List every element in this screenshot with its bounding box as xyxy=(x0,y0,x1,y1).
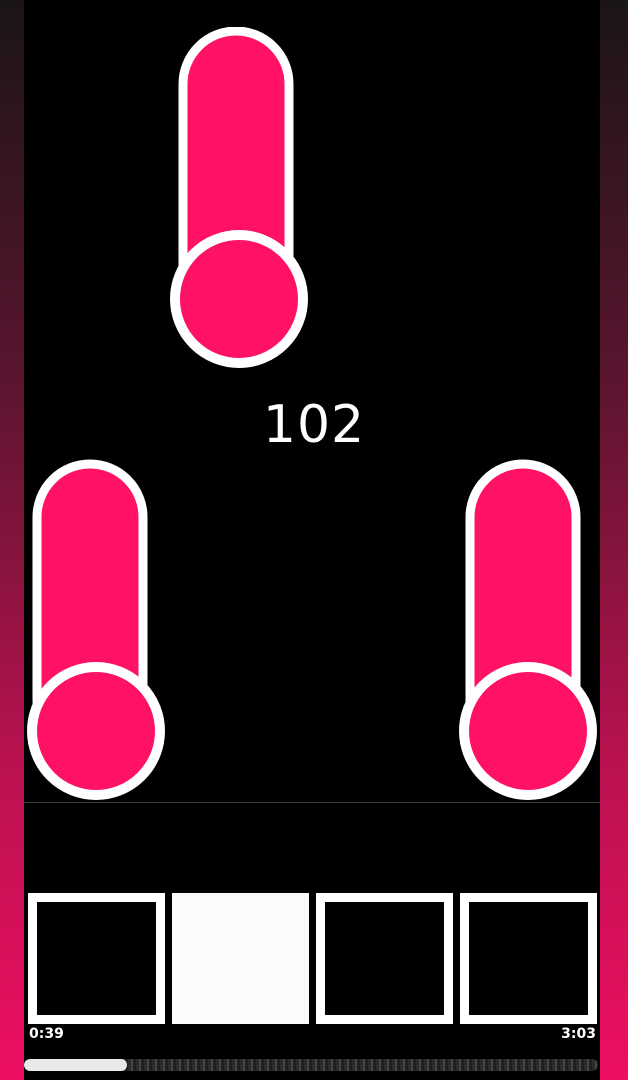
right-gradient-border xyxy=(600,0,628,1080)
song-progress-fill xyxy=(24,1059,127,1071)
tap-pad-lane-4[interactable] xyxy=(460,893,597,1024)
tap-pad-lane-2[interactable] xyxy=(172,893,309,1024)
hold-note-lane-4 xyxy=(456,459,600,805)
tap-pad-lane-3[interactable] xyxy=(316,893,453,1024)
game-board: 102 0:39 3:03 xyxy=(24,0,600,1080)
tap-pad-row xyxy=(28,893,598,1024)
tap-pad-lane-1[interactable] xyxy=(28,893,165,1024)
left-gradient-border xyxy=(0,0,24,1080)
song-progress-bar[interactable] xyxy=(24,1059,598,1071)
elapsed-time: 0:39 xyxy=(29,1026,64,1042)
score-counter: 102 xyxy=(262,395,366,455)
total-time: 3:03 xyxy=(561,1026,596,1042)
hold-note-lane-2 xyxy=(170,27,312,371)
hold-note-lane-1 xyxy=(24,459,168,805)
hit-line xyxy=(24,802,600,803)
